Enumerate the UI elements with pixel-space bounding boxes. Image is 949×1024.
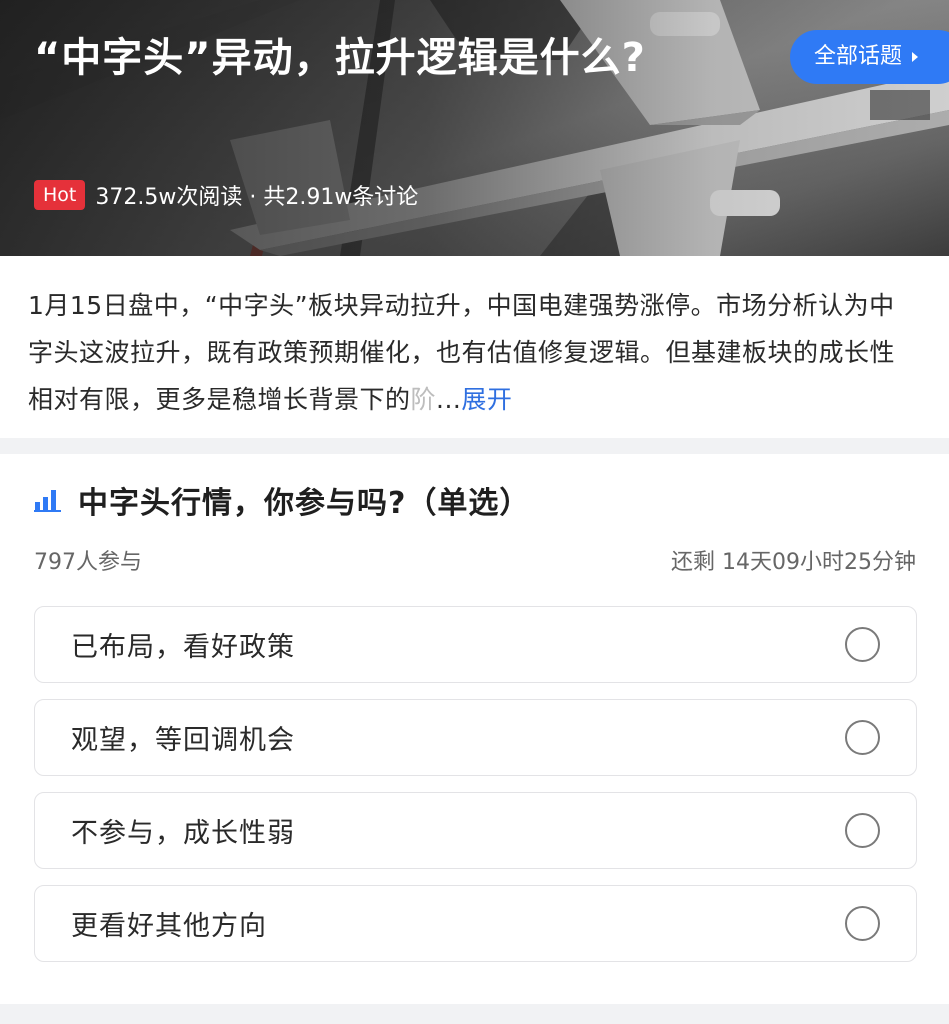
poll-option-3[interactable]: 不参与，成长性弱: [34, 792, 917, 869]
description-ellipsis: ...: [436, 385, 462, 414]
poll-option-2[interactable]: 观望，等回调机会: [34, 699, 917, 776]
poll-remaining-time: 还剩 14天09小时25分钟: [671, 550, 916, 575]
radio-unchecked-icon[interactable]: [845, 813, 880, 848]
topic-stats-text: 372.5w次阅读 · 共2.91w条讨论: [95, 185, 419, 210]
topic-hero-banner: “中字头”异动，拉升逻辑是什么? Hot 372.5w次阅读 · 共2.91w条…: [0, 0, 949, 256]
poll-option-4[interactable]: 更看好其他方向: [34, 885, 917, 962]
caret-right-icon: [912, 52, 919, 62]
expand-link[interactable]: 展开: [461, 385, 512, 414]
radio-unchecked-icon[interactable]: [845, 627, 880, 662]
poll-header: 中字头行情，你参与吗?（单选）: [34, 478, 530, 522]
poll-option-label: 更看好其他方向: [71, 911, 267, 942]
hot-badge: Hot: [34, 180, 86, 210]
section-divider-bottom: [0, 1004, 949, 1024]
bar-chart-icon: [34, 490, 61, 512]
topic-stats: Hot 372.5w次阅读 · 共2.91w条讨论: [34, 178, 418, 212]
all-topics-button[interactable]: 全部话题: [790, 30, 949, 84]
section-divider: [0, 438, 949, 454]
radio-unchecked-icon[interactable]: [845, 906, 880, 941]
poll-title: 中字头行情，你参与吗?（单选）: [78, 486, 531, 521]
description-faded-text: 阶: [410, 385, 437, 414]
all-topics-label: 全部话题: [814, 44, 903, 69]
radio-unchecked-icon[interactable]: [845, 720, 880, 755]
poll-option-label: 已布局，看好政策: [71, 632, 295, 663]
topic-description: 1月15日盘中，“中字头”板块异动拉升，中国电建强势涨停。市场分析认为中字头这波…: [28, 282, 918, 423]
poll-option-label: 观望，等回调机会: [71, 725, 295, 756]
poll-option-1[interactable]: 已布局，看好政策: [34, 606, 917, 683]
topic-title: “中字头”异动，拉升逻辑是什么?: [34, 35, 646, 81]
poll-meta: 797人参与 还剩 14天09小时25分钟: [34, 544, 916, 576]
poll-option-label: 不参与，成长性弱: [71, 818, 295, 849]
poll-participants: 797人参与: [34, 550, 142, 575]
